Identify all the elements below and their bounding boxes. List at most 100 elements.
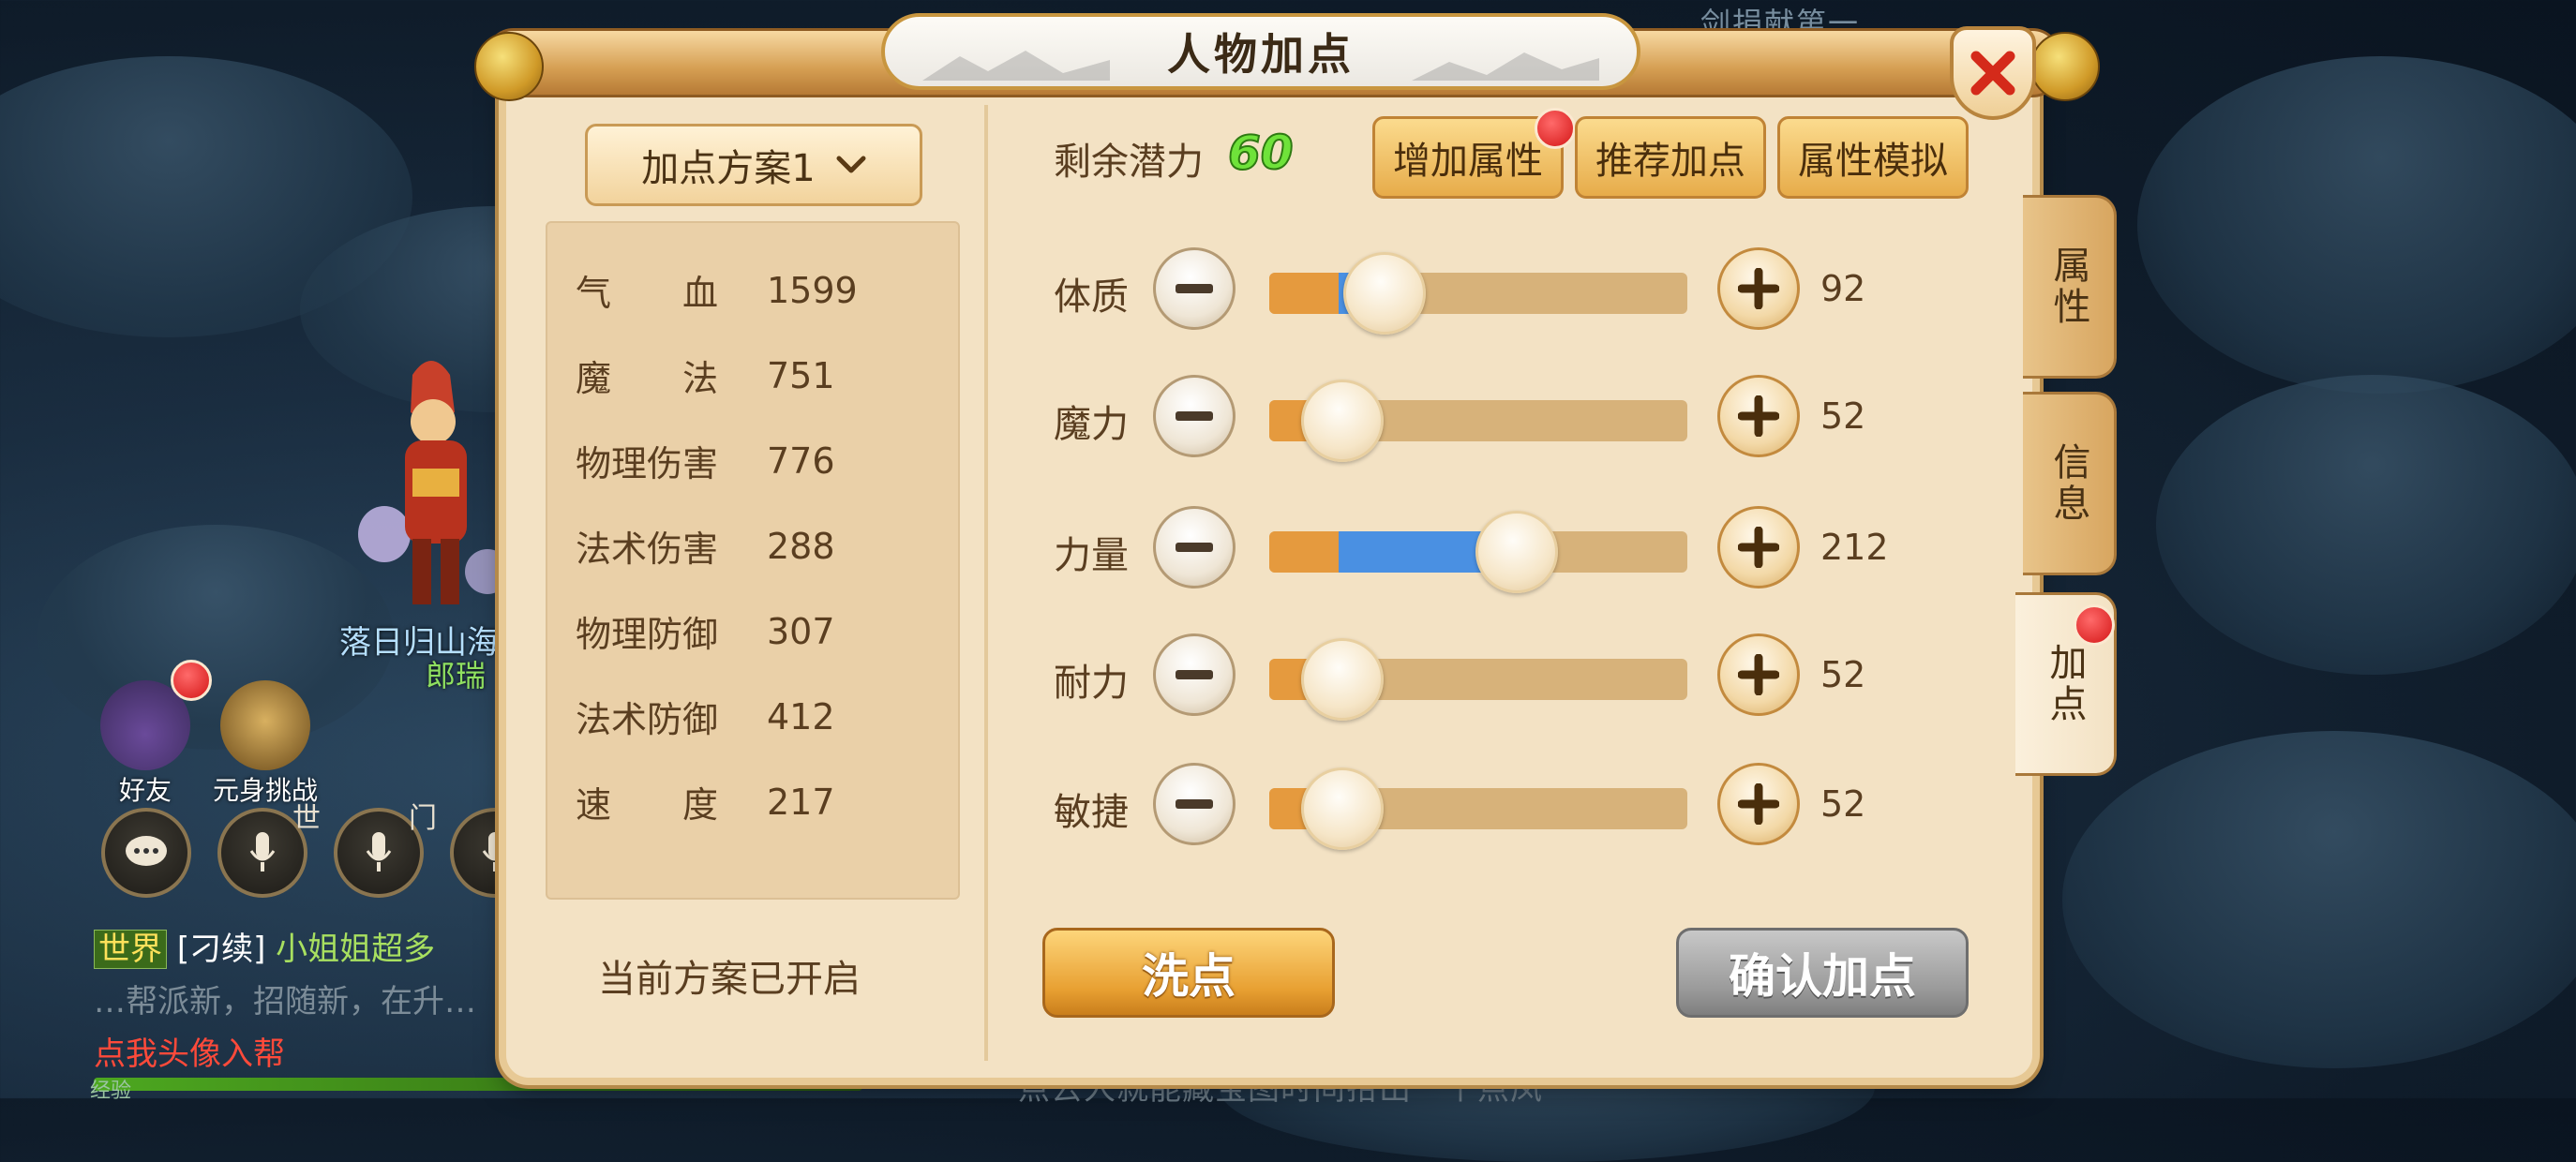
plus-icon: [1738, 395, 1779, 437]
confirm-points-button[interactable]: 确认加点: [1676, 928, 1969, 1018]
stat-label: 速 度: [576, 784, 719, 826]
dialog-title: 人物加点: [1167, 29, 1355, 80]
reset-points-label: 洗点: [1142, 949, 1236, 1004]
minus-icon: [1176, 799, 1213, 809]
stat-value: 217: [767, 781, 835, 823]
decrease-button[interactable]: [1153, 375, 1236, 457]
chat-line: 世界 [刁续] 小姐姐超多: [94, 923, 506, 976]
stat-label: 法术伤害: [576, 529, 719, 570]
increase-button[interactable]: [1717, 633, 1800, 716]
chat-bubble-button[interactable]: [101, 808, 191, 898]
stat-label: 魔 法: [576, 358, 719, 399]
attribute-value: 92: [1820, 268, 1866, 309]
decrease-button[interactable]: [1153, 763, 1236, 845]
attribute-slider[interactable]: [1269, 767, 1687, 850]
character-title: 郎瑞: [426, 658, 487, 693]
attribute-value: 212: [1820, 527, 1889, 568]
stat-row-magic-damage: 法术伤害 288: [576, 520, 835, 572]
decrease-button[interactable]: [1153, 247, 1236, 330]
chat-panel[interactable]: 世界 [刁续] 小姐姐超多 …帮派新，招随新，在升… 点我头像入帮: [94, 923, 506, 1080]
simulate-attributes-button[interactable]: 属性模拟: [1777, 116, 1969, 199]
plus-icon: [1738, 268, 1779, 309]
attribute-slider[interactable]: [1269, 638, 1687, 721]
increase-button[interactable]: [1717, 506, 1800, 588]
stat-label: 物理伤害: [576, 443, 719, 484]
experience-bar: [94, 1078, 862, 1091]
stat-row-speed: 速 度 217: [576, 776, 835, 827]
voice-guild-button[interactable]: 门: [334, 802, 437, 898]
scheme-selector[interactable]: 加点方案1: [585, 124, 922, 206]
microphone-icon: [482, 832, 508, 872]
decrease-button[interactable]: [1153, 506, 1236, 588]
scroll-cap-left: [474, 32, 544, 101]
scheme-status: 当前方案已开启: [598, 958, 861, 1001]
increase-button[interactable]: [1717, 763, 1800, 845]
voice-world-button[interactable]: 世: [217, 802, 321, 898]
tab-info[interactable]: 信息: [2023, 392, 2117, 575]
stat-row-magic-defense: 法术防御 412: [576, 691, 835, 742]
increase-button[interactable]: [1717, 375, 1800, 457]
experience-label: 经验: [90, 1080, 132, 1103]
remaining-potential-label: 剩余潜力: [1054, 141, 1204, 184]
stat-value: 751: [767, 354, 835, 396]
plus-icon: [1738, 654, 1779, 695]
mountain-decoration: [1412, 52, 1599, 81]
attribute-row-magic: 魔力 52: [1054, 375, 1897, 462]
panel-divider: [984, 105, 988, 1061]
attribute-value: 52: [1820, 783, 1866, 825]
chat-link[interactable]: 点我头像入帮: [94, 1028, 506, 1080]
increase-button[interactable]: [1717, 247, 1800, 330]
recommend-points-button[interactable]: 推荐加点: [1575, 116, 1766, 199]
slider-base-fill: [1269, 531, 1339, 573]
stat-value: 307: [767, 610, 835, 652]
tab-label: 信息: [2046, 442, 2090, 525]
slider-knob[interactable]: [1343, 252, 1426, 335]
slider-knob[interactable]: [1475, 511, 1558, 593]
attribute-slider[interactable]: [1269, 252, 1687, 335]
mountain-decoration: [922, 51, 1110, 81]
decrease-button[interactable]: [1153, 633, 1236, 716]
tab-label: 属性: [2046, 246, 2090, 328]
tab-add-points[interactable]: 加点: [2015, 592, 2117, 776]
stat-row-physical-damage: 物理伤害 776: [576, 435, 835, 486]
player-character[interactable]: [347, 347, 516, 628]
attribute-value: 52: [1820, 395, 1866, 437]
add-attribute-label: 增加属性: [1393, 140, 1543, 183]
plus-icon: [1738, 783, 1779, 825]
confirm-points-label: 确认加点: [1729, 949, 1916, 1004]
chat-channel-tag: 世界: [94, 930, 167, 969]
stat-row-hp: 气 血 1599: [576, 264, 858, 316]
slider-knob[interactable]: [1301, 380, 1384, 462]
stat-label: 物理防御: [576, 614, 719, 655]
close-button[interactable]: [1950, 26, 2036, 120]
chat-line: …帮派新，招随新，在升…: [94, 983, 476, 1020]
microphone-icon: [249, 832, 276, 872]
chat-message: 小姐姐超多: [276, 931, 436, 968]
friend-button[interactable]: 好友: [94, 660, 212, 808]
attribute-label: 体质: [1054, 276, 1129, 319]
attribute-row-agility: 敏捷 52: [1054, 763, 1897, 850]
simulate-attributes-label: 属性模拟: [1798, 140, 1948, 183]
stats-panel: 气 血 1599 魔 法 751 物理伤害 776 法术伤害 288 物理防御 …: [546, 221, 960, 900]
plus-icon: [1738, 527, 1779, 568]
close-icon: [1970, 51, 2015, 96]
add-attribute-button[interactable]: 增加属性: [1372, 108, 1576, 199]
challenge-badge-icon: [220, 680, 310, 770]
scroll-cap-right: [2030, 32, 2100, 101]
attribute-slider[interactable]: [1269, 380, 1687, 462]
voice-guild-label: 门: [409, 802, 437, 835]
attribute-slider[interactable]: [1269, 511, 1687, 593]
friend-label: 好友: [118, 775, 172, 806]
reset-points-button[interactable]: 洗点: [1042, 928, 1335, 1018]
attribute-label: 敏捷: [1054, 791, 1129, 834]
notification-dot: [2074, 604, 2115, 646]
voice-world-label: 世: [292, 802, 321, 835]
slider-knob[interactable]: [1301, 638, 1384, 721]
minus-icon: [1176, 670, 1213, 679]
slider-knob[interactable]: [1301, 767, 1384, 850]
stat-label: 法术防御: [576, 699, 719, 740]
tab-attributes[interactable]: 属性: [2023, 195, 2117, 379]
microphone-icon: [366, 832, 392, 872]
tab-label: 加点: [2043, 643, 2087, 725]
challenge-button[interactable]: 元身挑战: [204, 680, 326, 808]
